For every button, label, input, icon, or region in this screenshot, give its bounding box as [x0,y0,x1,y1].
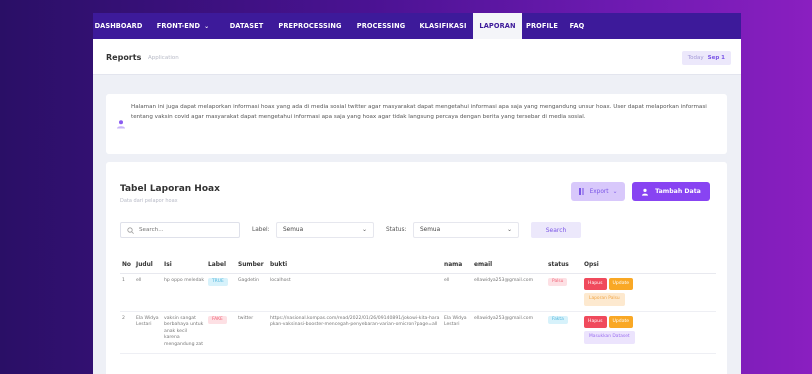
table-row: 1 ell hp oppo meledak TRUE Gagdetin loca… [120,273,716,312]
nav-klasifikasi[interactable]: KLASIFIKASI [413,13,473,39]
col-header-nama: nama [442,257,472,274]
label-filter-label: Label: [252,227,270,233]
label-filter-value: Semua [283,227,304,233]
cell-email: ellawidya253@gmail.com [472,311,546,354]
delete-button[interactable]: Hapus [584,315,607,328]
cell-isi: vaksin sangat berbahaya untuk anak kecil… [162,311,206,354]
nav-processing[interactable]: PROCESSING [349,13,413,39]
page-header: Reports Application Today Sep 1 [93,39,741,75]
report-table: No Judul Isi Label Sumber bukti nama ema… [120,257,716,354]
cell-no: 1 [120,273,134,312]
cell-sumber: Gagdetin [236,273,268,312]
cell-nama: ell [442,273,472,312]
nav-dataset[interactable]: DATASET [222,13,271,39]
cell-status: Fakta [546,311,582,354]
cell-nama: Ela Widya Lestari [442,311,472,354]
search-box[interactable] [120,222,240,238]
info-box: Halaman ini juga dapat melaporkan inform… [106,94,727,154]
today-label: Today [687,55,704,61]
status-filter-label: Status: [386,227,407,233]
nav-profile[interactable]: PROFILE [522,13,562,39]
table-row: 2 Ela Widya Lestari vaksin sangat berbah… [120,311,716,354]
cell-opsi: Hapus Update Masukkan Dataset [582,311,716,354]
add-user-icon [642,188,649,196]
cell-bukti: https://nasional.kompas.com/read/2022/01… [268,311,442,354]
status-badge: Palsu [548,277,568,286]
cell-email: ellawidya253@gmail.com [472,273,546,312]
user-icon [117,120,125,129]
top-nav: DASHBOARD FRONT-END ⌄ DATASET PREPROCESSI… [93,13,741,39]
col-header-email: email [472,257,546,274]
card-subtitle: Data dari pelapor hoax [120,198,178,204]
col-header-bukti: bukti [268,257,442,274]
search-icon [127,226,134,234]
col-header-status: status [546,257,582,274]
report-fake-button[interactable]: Laporan Palsu [584,293,625,306]
add-to-dataset-button[interactable]: Masukkan Dataset [584,331,635,344]
label-badge: FAKE [208,315,227,324]
add-data-label: Tambah Data [655,188,701,195]
cell-status: Palsu [546,273,582,312]
table-header-row: No Judul Isi Label Sumber bukti nama ema… [120,257,716,274]
nav-dashboard[interactable]: DASHBOARD [93,13,144,39]
nav-laporan[interactable]: LAPORAN [473,13,522,39]
col-header-sumber: Sumber [236,257,268,274]
export-button[interactable]: Export ⌄ [571,182,625,201]
cell-opsi: Hapus Update Laporan Palsu [582,273,716,312]
chevron-down-icon: ⌄ [204,22,210,30]
cell-no: 2 [120,311,134,354]
nav-faq[interactable]: FAQ [562,13,592,39]
search-button[interactable]: Search [531,222,581,238]
chevron-down-icon: ⌄ [507,227,512,233]
col-header-judul: Judul [134,257,162,274]
status-filter-value: Semua [420,227,441,233]
col-header-no: No [120,257,134,274]
col-header-label: Label [206,257,236,274]
cell-label: TRUE [206,273,236,312]
date-badge[interactable]: Today Sep 1 [681,51,731,65]
col-header-isi: Isi [162,257,206,274]
delete-button[interactable]: Hapus [584,277,607,290]
export-label: Export [589,188,609,195]
chevron-down-icon: ⌄ [612,188,618,195]
cell-isi: hp oppo meledak [162,273,206,312]
nav-front-end[interactable]: FRONT-END ⌄ [144,13,222,39]
page-title: Reports [106,53,142,62]
label-badge: TRUE [208,277,228,286]
status-filter-select[interactable]: Semua ⌄ [413,222,519,238]
main-panel: Reports Application Today Sep 1 Halaman … [93,39,741,374]
cell-judul: Ela Widya Lestari [134,311,162,354]
status-badge: Fakta [548,315,568,324]
update-button[interactable]: Update [608,315,634,328]
info-text: Halaman ini juga dapat melaporkan inform… [131,104,707,120]
date-value: Sep 1 [707,55,725,61]
update-button[interactable]: Update [608,277,634,290]
card-title: Tabel Laporan Hoax [120,184,220,194]
label-filter-select[interactable]: Semua ⌄ [276,222,374,238]
report-table-card: Tabel Laporan Hoax Data dari pelapor hoa… [106,162,727,374]
cell-sumber: twitter [236,311,268,354]
add-data-button[interactable]: Tambah Data [632,182,710,201]
export-icon [578,188,584,195]
cell-bukti: localhost [268,273,442,312]
chevron-down-icon: ⌄ [362,227,367,233]
page-subtitle: Application [148,55,179,61]
cell-judul: ell [134,273,162,312]
col-header-opsi: Opsi [582,257,716,274]
nav-preprocessing[interactable]: PREPROCESSING [271,13,349,39]
search-input[interactable] [139,227,239,233]
cell-label: FAKE [206,311,236,354]
